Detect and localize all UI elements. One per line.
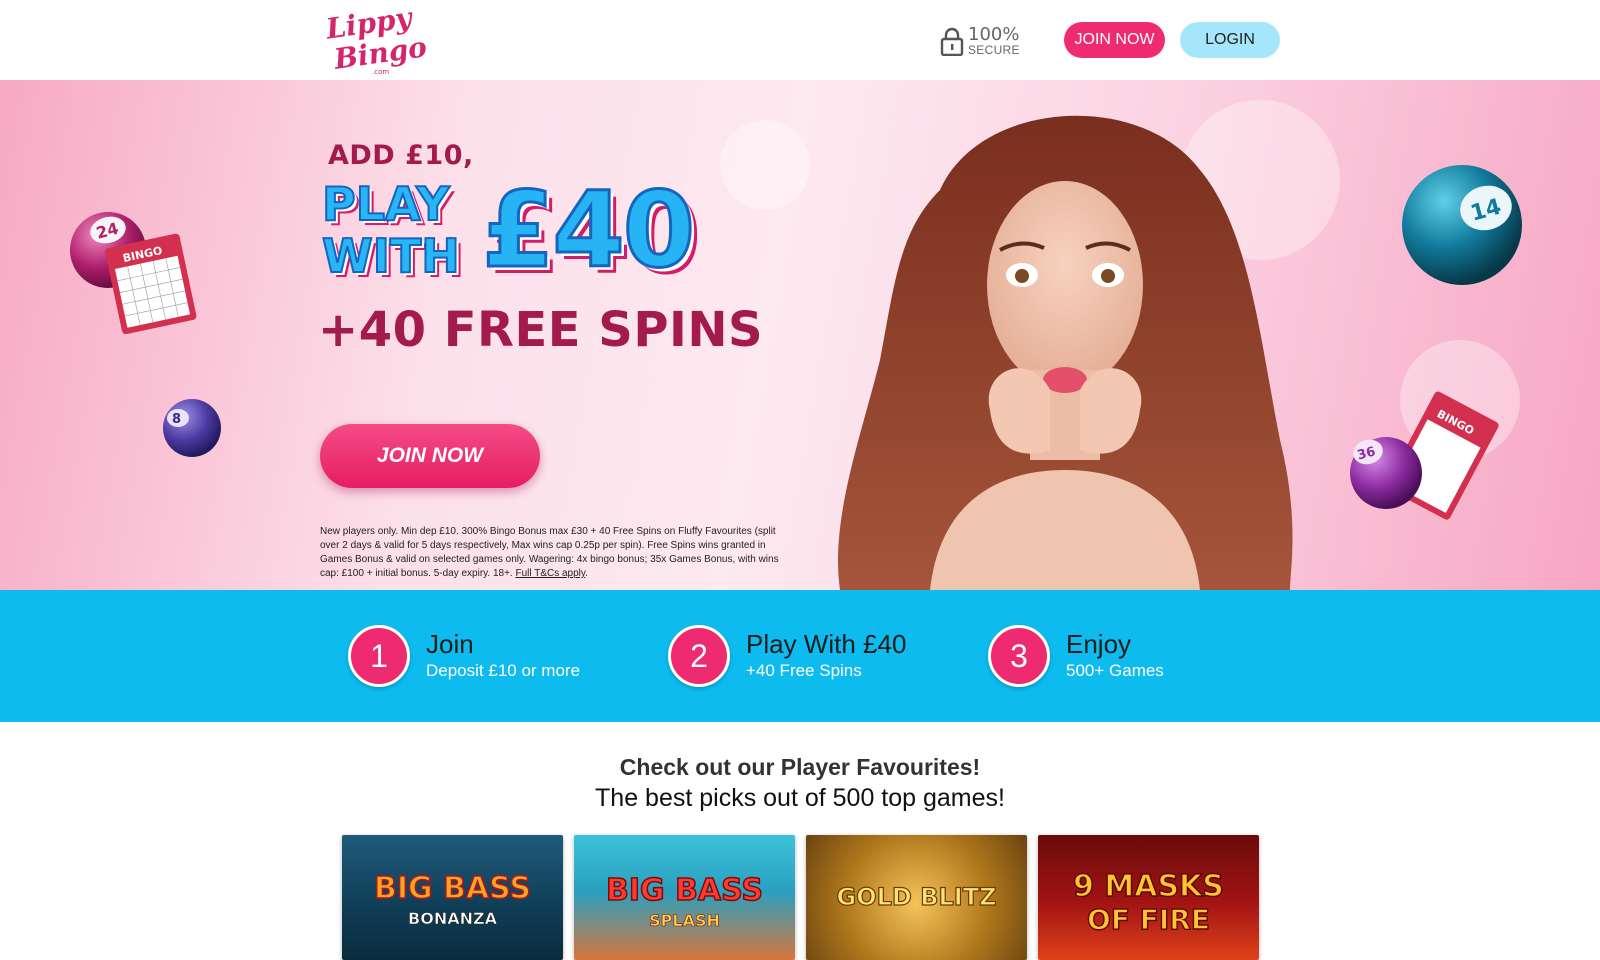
step-title: Enjoy bbox=[1066, 629, 1132, 659]
step-enjoy: 3 Enjoy 500+ Games bbox=[988, 624, 1164, 688]
promo-free-spins: +40 FREE SPINS bbox=[318, 302, 764, 358]
lippy-bingo-logo[interactable]: Lippy Bingo .com bbox=[320, 4, 428, 76]
game-tile-9-masks-of-fire[interactable]: 9 MASKS OF FIRE bbox=[1038, 835, 1259, 960]
secure-percent: 100% bbox=[968, 24, 1020, 45]
bingo-ball-14: 14 bbox=[1402, 165, 1522, 285]
step-subtitle: 500+ Games bbox=[1066, 661, 1164, 680]
ball-number-8: 8 bbox=[172, 412, 181, 427]
promo-amount: £40 bbox=[480, 169, 696, 291]
hero-banner: 24 BINGO 8 14 BINGO 36 ADD £10, PLAY WIT… bbox=[0, 80, 1600, 590]
step-number: 3 bbox=[988, 625, 1050, 687]
step-title: Play With £40 bbox=[746, 629, 907, 659]
header-login-button[interactable]: LOGIN bbox=[1180, 22, 1280, 58]
step-play: 2 Play With £40 +40 Free Spins bbox=[668, 624, 906, 688]
game-title: 9 MASKS bbox=[1072, 868, 1224, 904]
lock-icon bbox=[940, 27, 964, 56]
site-header: Lippy Bingo .com 100% SECURE JOIN NOW LO… bbox=[0, 0, 1600, 80]
step-subtitle: Deposit £10 or more bbox=[426, 661, 581, 680]
promo-line-play-with: PLAY WITH bbox=[321, 177, 461, 283]
game-subtitle: OF FIRE bbox=[1086, 902, 1210, 936]
bingo-card-left: BINGO bbox=[105, 233, 197, 335]
promo-line-add: ADD £10, bbox=[328, 140, 474, 171]
hero-artwork: 24 BINGO 8 14 BINGO 36 bbox=[70, 115, 1522, 590]
bingo-ball-36: 36 bbox=[1350, 437, 1422, 509]
terms-link[interactable]: Full T&Cs apply bbox=[516, 568, 586, 579]
game-tile-big-bass-bonanza[interactable]: BIG BASS BONANZA bbox=[342, 835, 563, 960]
terms-end: . bbox=[585, 568, 588, 579]
secure-badge: 100% SECURE bbox=[940, 25, 1020, 57]
game-tile-gold-blitz[interactable]: GOLD BLITZ bbox=[806, 835, 1027, 960]
favourites-subtitle: The best picks out of 500 top games! bbox=[595, 784, 1005, 812]
game-tile-big-bass-splash[interactable]: BIG BASS SPLASH bbox=[574, 835, 795, 960]
hero-join-button[interactable]: JOIN NOW bbox=[320, 424, 540, 488]
hero-model-image bbox=[838, 115, 1293, 590]
secure-label: SECURE bbox=[968, 43, 1020, 57]
step-number: 1 bbox=[348, 625, 410, 687]
step-title: Join bbox=[426, 629, 474, 659]
game-subtitle: SPLASH bbox=[649, 911, 720, 931]
promo-play-word: PLAY bbox=[321, 177, 451, 231]
promo-terms: New players only. Min dep £10. 300% Bing… bbox=[320, 525, 795, 581]
game-title: BIG BASS bbox=[605, 872, 764, 909]
game-subtitle: BONANZA bbox=[408, 909, 498, 929]
game-title: GOLD BLITZ bbox=[836, 882, 997, 911]
steps-bar: 1 Join Deposit £10 or more 2 Play With £… bbox=[0, 590, 1600, 722]
favourites-title: Check out our Player Favourites! bbox=[619, 754, 981, 780]
step-subtitle: +40 Free Spins bbox=[746, 661, 862, 680]
step-number: 2 bbox=[668, 625, 730, 687]
game-title: BIG BASS bbox=[373, 870, 532, 907]
logo-suffix: .com bbox=[372, 68, 389, 76]
step-join: 1 Join Deposit £10 or more bbox=[348, 624, 580, 688]
bingo-ball-8: 8 bbox=[163, 399, 221, 457]
promo-with-word: WITH bbox=[321, 229, 461, 283]
header-join-button[interactable]: JOIN NOW bbox=[1064, 22, 1165, 58]
